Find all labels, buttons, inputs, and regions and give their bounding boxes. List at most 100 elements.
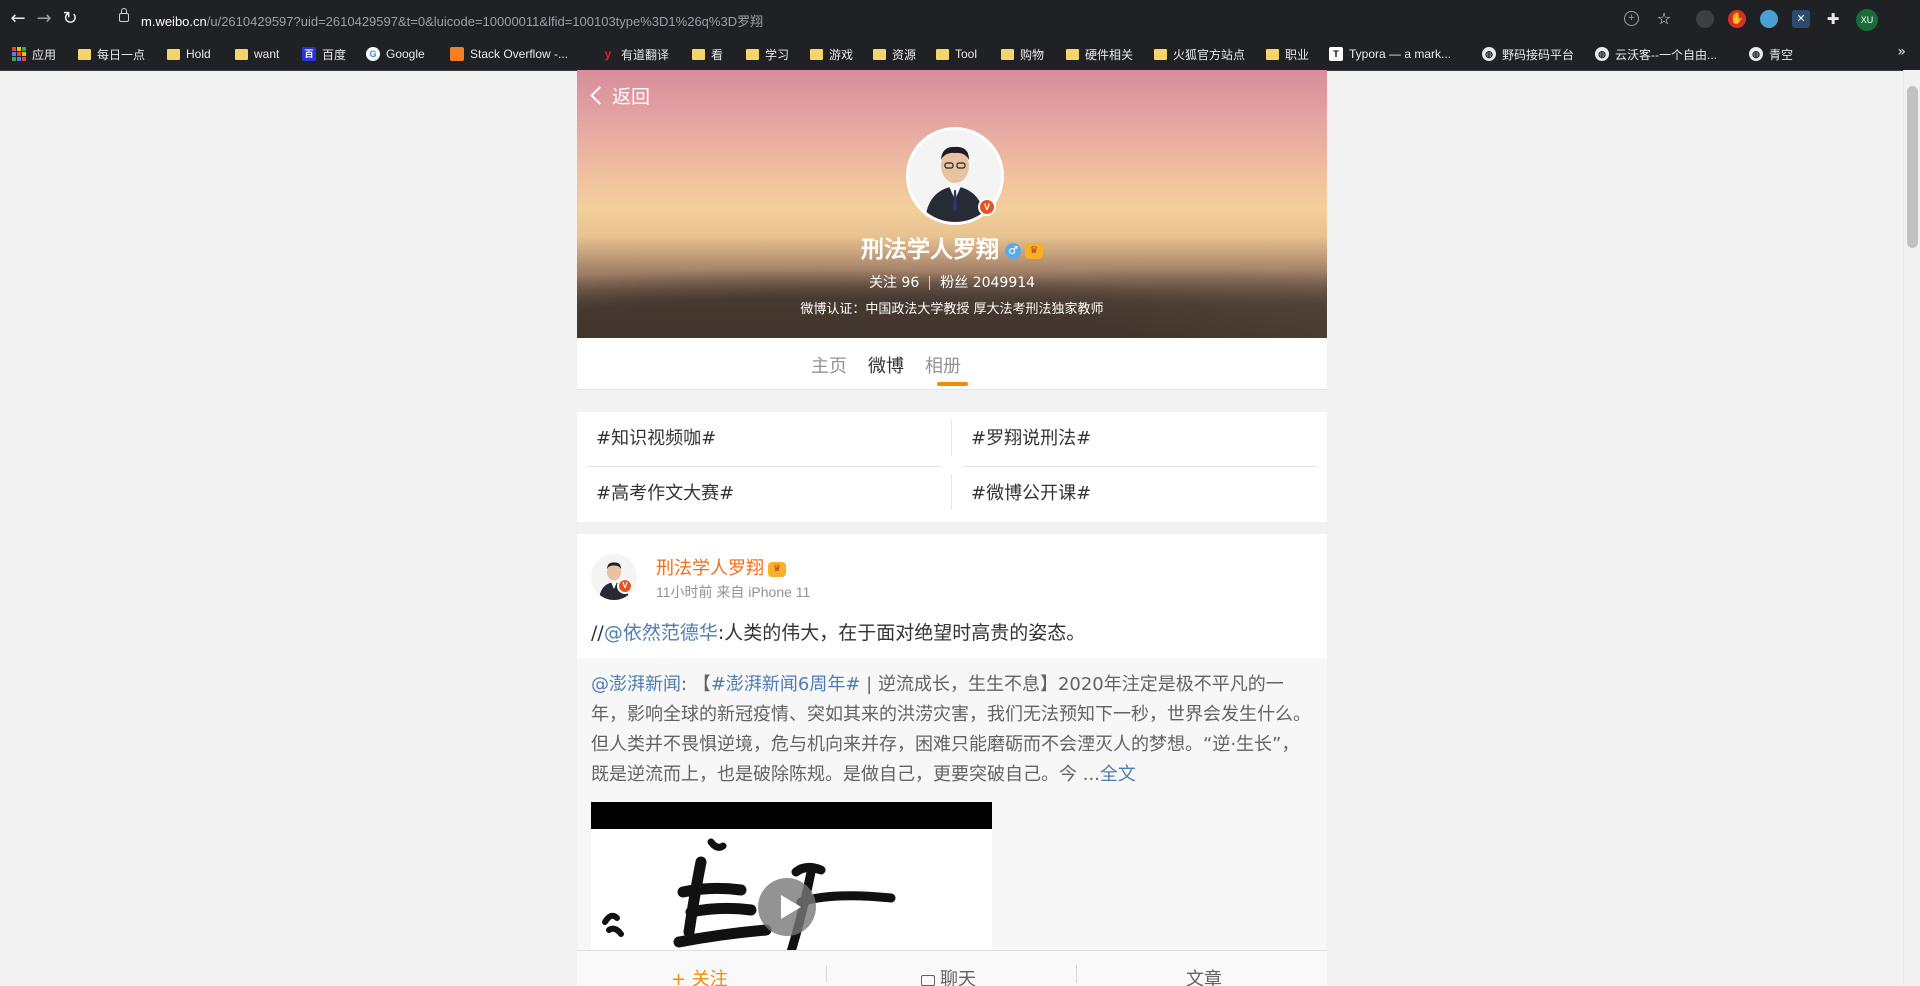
topic-link[interactable]: #高考作文大赛#: [596, 479, 734, 505]
tab-home[interactable]: 主页: [811, 352, 847, 378]
adblock-icon[interactable]: ✋: [1728, 10, 1746, 28]
bookmark-label: 百度: [322, 47, 347, 62]
bookmark-link[interactable]: ◍ 青空: [1749, 44, 1793, 64]
article-button[interactable]: 文章: [1186, 965, 1222, 986]
extension-disabled-icon[interactable]: [1696, 10, 1714, 28]
repost-topic-link[interactable]: #澎湃新闻6周年#: [711, 674, 861, 695]
chat-button[interactable]: 聊天: [921, 965, 976, 986]
bottom-divider: [826, 965, 827, 983]
topic-link[interactable]: #微博公开课#: [971, 479, 1091, 505]
bookmark-label: Tool: [955, 47, 978, 61]
bookmark-link[interactable]: y 有道翻译: [601, 44, 669, 64]
bookmark-label: 每日一点: [97, 47, 146, 62]
typora-icon: T: [1329, 47, 1343, 61]
bookmark-folder[interactable]: 职业: [1266, 44, 1309, 64]
post-author-name[interactable]: 刑法学人罗翔: [656, 558, 764, 579]
bookmark-link[interactable]: 百百度: [302, 44, 346, 64]
reposted-content[interactable]: @澎湃新闻: 【#澎湃新闻6周年# | 逆流成长，生生不息】2020年注定是极不…: [577, 658, 1327, 986]
chevron-left-icon: [590, 86, 609, 105]
mention-link[interactable]: @依然范德华: [604, 622, 718, 644]
bookmark-folder[interactable]: 火狐官方站点: [1154, 44, 1245, 64]
profile-avatar[interactable]: XU: [1856, 9, 1878, 31]
install-icon[interactable]: +: [1624, 11, 1639, 26]
extension-shield-icon[interactable]: [1760, 10, 1778, 28]
stats-divider: [929, 276, 931, 290]
bookmark-folder[interactable]: Tool: [936, 44, 977, 64]
extension-x-icon[interactable]: ✕: [1792, 10, 1810, 28]
baidu-icon: 百: [302, 47, 316, 61]
verification-description: 微博认证：中国政法大学教授 厚大法考刑法独家教师: [800, 302, 1104, 317]
page-scrollbar[interactable]: [1903, 70, 1920, 986]
bookmark-label: 青空: [1769, 47, 1794, 62]
topic-divider: [963, 466, 1317, 467]
bookmark-folder[interactable]: Hold: [167, 44, 211, 64]
active-tab-indicator: [937, 382, 968, 386]
post-text-body: :人类的伟大，在于面对绝望时高贵的姿态。: [717, 622, 1086, 644]
verified-badge-icon: V: [978, 198, 996, 216]
extensions-puzzle-icon[interactable]: ✚: [1824, 10, 1842, 28]
topic-link[interactable]: #知识视频咖#: [596, 424, 716, 450]
bookmark-link[interactable]: ◍ 云沃客--一个自由...: [1595, 44, 1717, 64]
bookmark-apps[interactable]: 应用: [12, 44, 56, 64]
bookmark-label: want: [254, 47, 280, 61]
folder-icon: [873, 48, 886, 60]
url-host: m.weibo.cn: [141, 14, 207, 29]
more-bookmarks-button[interactable]: »: [1897, 44, 1906, 60]
back-button[interactable]: 返回: [590, 82, 650, 109]
full-text-link[interactable]: 全文: [1100, 764, 1136, 785]
profile-banner: 返回 V 刑法学人罗翔 ♂ ♛ 关注 96 粉丝 2049914 微博认证：中国政法大…: [577, 70, 1327, 338]
stackoverflow-icon: [450, 47, 464, 61]
follow-button[interactable]: + 关注: [671, 965, 728, 986]
bookmark-folder[interactable]: 资源: [873, 44, 916, 64]
play-icon[interactable]: [758, 878, 816, 936]
tab-weibo[interactable]: 微博: [868, 352, 904, 378]
bookmark-label: 职业: [1285, 47, 1310, 62]
male-gender-icon: ♂: [1005, 242, 1021, 259]
repost-mention-link[interactable]: @澎湃新闻: [591, 674, 681, 695]
fans-stat[interactable]: 粉丝 2049914: [940, 275, 1035, 291]
bookmark-folder[interactable]: 游戏: [810, 44, 853, 64]
repost-text: @澎湃新闻: 【#澎湃新闻6周年# | 逆流成长，生生不息】2020年注定是极不…: [591, 670, 1313, 790]
globe-icon: ◍: [1749, 47, 1763, 61]
bookmark-folder[interactable]: 看: [692, 44, 723, 64]
bookmark-link[interactable]: ◍ 野码接码平台: [1482, 44, 1574, 64]
reload-icon[interactable]: ↻: [59, 8, 81, 30]
weibo-post-card: V 刑法学人罗翔 ♛ 11小时前 来自 iPhone 11 //@依然范德华:人类…: [577, 534, 1327, 986]
bookmark-folder[interactable]: 硬件相关: [1066, 44, 1133, 64]
bookmark-star-icon[interactable]: ☆: [1655, 10, 1673, 28]
bookmark-link[interactable]: T Typora — a mark...: [1329, 44, 1451, 64]
folder-icon: [167, 48, 180, 60]
profile-name-row: 刑法学人罗翔 ♂ ♛: [577, 230, 1327, 264]
bookmark-folder[interactable]: 学习: [746, 44, 789, 64]
bottom-divider: [1076, 965, 1077, 983]
topic-link[interactable]: #罗翔说刑法#: [971, 424, 1091, 450]
apps-grid-icon: [12, 47, 26, 61]
post-author-avatar[interactable]: [591, 554, 637, 600]
bookmark-label: Stack Overflow -...: [470, 47, 569, 61]
address-bar[interactable]: m.weibo.cn/u/2610429597?uid=2610429597&t…: [107, 6, 1687, 34]
bookmark-folder[interactable]: want: [235, 44, 279, 64]
repost-bracket: 【: [687, 674, 711, 695]
bookmark-folder[interactable]: 购物: [1001, 44, 1044, 64]
chat-bubble-icon: [921, 974, 935, 986]
following-count: 96: [901, 275, 920, 291]
bookmark-link[interactable]: G Google: [366, 44, 425, 64]
bookmark-label: Google: [386, 47, 425, 61]
topic-divider: [951, 420, 952, 456]
vip-crown-icon: ♛: [768, 561, 786, 577]
google-icon: G: [366, 47, 380, 61]
following-stat[interactable]: 关注 96: [869, 275, 919, 291]
bookmark-label: 应用: [32, 47, 57, 62]
bookmark-link[interactable]: Stack Overflow -...: [450, 44, 568, 64]
back-arrow-icon[interactable]: ←: [7, 8, 29, 30]
forward-arrow-icon[interactable]: →: [33, 8, 55, 30]
tab-album[interactable]: 相册: [925, 352, 961, 378]
post-text-prefix: //: [591, 622, 604, 644]
bookmark-label: 火狐官方站点: [1173, 47, 1246, 62]
url-text[interactable]: m.weibo.cn/u/2610429597?uid=2610429597&t…: [141, 11, 763, 30]
bookmark-folder[interactable]: 每日一点: [78, 44, 145, 64]
bookmark-label: Hold: [186, 47, 211, 61]
folder-icon: [1001, 48, 1014, 60]
scrollbar-thumb[interactable]: [1907, 86, 1918, 248]
folder-icon: [1066, 48, 1079, 60]
